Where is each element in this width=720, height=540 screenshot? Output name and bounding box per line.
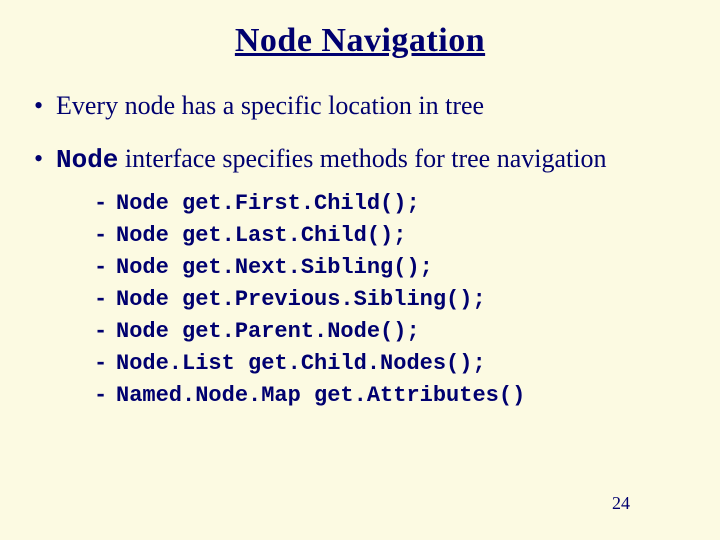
method-list: Node get.First.Child(); Node get.Last.Ch… [94, 188, 690, 411]
method-item: Node get.Previous.Sibling(); [94, 284, 690, 316]
method-item: Node get.Next.Sibling(); [94, 252, 690, 284]
method-item: Node get.Last.Child(); [94, 220, 690, 252]
bullet-1-text: Every node has a specific location in tr… [56, 91, 484, 120]
page-number: 24 [612, 493, 630, 514]
method-item: Node.List get.Child.Nodes(); [94, 348, 690, 380]
title-wrap: Node Navigation [30, 22, 690, 60]
main-bullet-list: Every node has a specific location in tr… [30, 88, 690, 411]
bullet-2-rest: interface specifies methods for tree nav… [118, 144, 606, 173]
method-item: Named.Node.Map get.Attributes() [94, 380, 690, 412]
slide-container: Node Navigation Every node has a specifi… [0, 0, 720, 540]
bullet-line-2: Node interface specifies methods for tre… [30, 141, 690, 411]
method-item: Node get.Parent.Node(); [94, 316, 690, 348]
bullet-line-1: Every node has a specific location in tr… [30, 88, 690, 123]
slide-title: Node Navigation [235, 22, 485, 60]
method-item: Node get.First.Child(); [94, 188, 690, 220]
bullet-2-codeword: Node [56, 145, 118, 175]
